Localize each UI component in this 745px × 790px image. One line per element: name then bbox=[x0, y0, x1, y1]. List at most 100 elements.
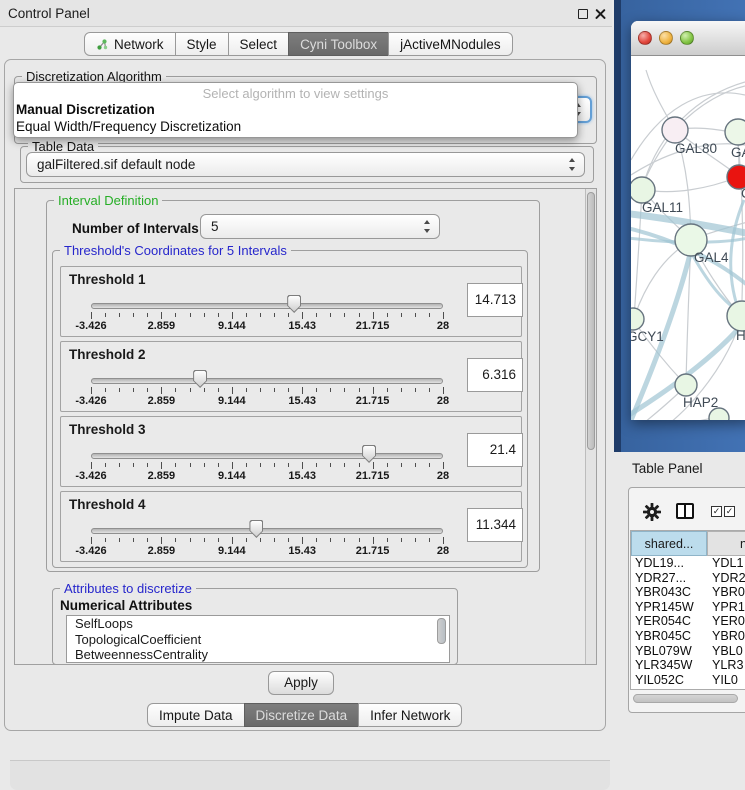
tab-infer-network[interactable]: Infer Network bbox=[358, 703, 462, 727]
tick-mark bbox=[133, 313, 134, 317]
tick-mark bbox=[260, 388, 261, 392]
tab-discretize-data[interactable]: Discretize Data bbox=[244, 703, 360, 727]
checkbox-icon[interactable]: ✓ bbox=[711, 506, 722, 517]
control-panel-titlebar: Control Panel bbox=[0, 0, 612, 27]
cell-shared-name: YIL052C bbox=[635, 673, 684, 688]
threshold-value-field[interactable]: 6.316 bbox=[467, 358, 523, 392]
threshold-value-field[interactable]: 21.4 bbox=[467, 433, 523, 467]
tick-mark bbox=[119, 313, 120, 317]
apply-button[interactable]: Apply bbox=[268, 671, 334, 695]
network-node-label: HAP2 bbox=[683, 395, 718, 410]
threshold-value-field[interactable]: 14.713 bbox=[467, 283, 523, 317]
column-header-shared[interactable]: shared... bbox=[631, 531, 707, 556]
tick-mark bbox=[344, 463, 345, 467]
popup-hint: Select algorithm to view settings bbox=[14, 83, 577, 101]
threshold-slider-track[interactable] bbox=[91, 303, 443, 309]
close-icon[interactable] bbox=[595, 8, 607, 20]
table-row[interactable]: YPR145WYPR1 bbox=[631, 600, 745, 615]
threshold-slider-handle[interactable] bbox=[362, 445, 376, 463]
column-layout-icon[interactable] bbox=[676, 503, 694, 519]
tab-impute-data[interactable]: Impute Data bbox=[147, 703, 245, 727]
tick-mark bbox=[359, 313, 360, 317]
table-row[interactable]: YLR345WYLR3 bbox=[631, 658, 745, 673]
threshold-value-field[interactable]: 11.344 bbox=[467, 508, 523, 542]
zoom-traffic-light[interactable] bbox=[680, 31, 694, 45]
tick-label: 2.859 bbox=[148, 470, 176, 482]
tick-mark bbox=[288, 388, 289, 392]
tick-mark bbox=[401, 538, 402, 542]
tick-mark bbox=[429, 388, 430, 392]
tick-mark bbox=[316, 538, 317, 542]
tab-network[interactable]: Network bbox=[84, 32, 176, 56]
tick-mark bbox=[373, 537, 374, 544]
cell-name: YBR0 bbox=[712, 629, 745, 644]
tick-label: 15.43 bbox=[288, 320, 316, 332]
numerical-attributes-title: Numerical Attributes bbox=[60, 598, 192, 613]
threshold-slider-handle[interactable] bbox=[249, 520, 263, 538]
gear-icon[interactable] bbox=[642, 502, 662, 522]
popup-item-equal-width-frequency[interactable]: Equal Width/Frequency Discretization bbox=[14, 118, 577, 135]
network-node-gal80[interactable] bbox=[662, 117, 688, 143]
tick-label: -3.426 bbox=[75, 545, 106, 557]
network-window-titlebar[interactable] bbox=[631, 21, 745, 56]
slider-handle-face bbox=[250, 521, 262, 537]
threshold-slider-handle[interactable] bbox=[193, 370, 207, 388]
table-row[interactable]: YBL079WYBL0 bbox=[631, 644, 745, 659]
tick-mark bbox=[91, 312, 92, 319]
table-data-combo[interactable]: galFiltered.sif default node bbox=[26, 152, 585, 177]
tick-label: 21.715 bbox=[356, 470, 390, 482]
table-row[interactable]: YDR27...YDR2 bbox=[631, 571, 745, 586]
tab-select[interactable]: Select bbox=[228, 32, 290, 56]
table-row[interactable]: YDL19...YDL1 bbox=[631, 556, 745, 571]
network-node-hap2[interactable] bbox=[675, 374, 697, 396]
network-canvas[interactable]: GAL80GACGAL11GAL4GCY1HHAP2 bbox=[631, 56, 745, 420]
attributes-scrollbar-thumb[interactable] bbox=[437, 618, 446, 644]
tick-label: 9.144 bbox=[218, 545, 246, 557]
network-node-gcy1[interactable] bbox=[631, 308, 644, 330]
table-row[interactable]: YBR043CYBR0 bbox=[631, 585, 745, 600]
tick-mark bbox=[246, 463, 247, 467]
slider-handle-face bbox=[363, 446, 375, 462]
tab-label: Network bbox=[114, 37, 164, 52]
tick-mark bbox=[359, 538, 360, 542]
tick-mark bbox=[359, 388, 360, 392]
cell-shared-name: YPR145W bbox=[635, 600, 694, 615]
tab-jactivemnodules[interactable]: jActiveMNodules bbox=[388, 32, 513, 56]
tick-mark bbox=[344, 388, 345, 392]
popup-item-manual-discretization[interactable]: Manual Discretization bbox=[14, 101, 577, 118]
float-window-icon[interactable] bbox=[578, 9, 588, 19]
threshold-slider-track[interactable] bbox=[91, 378, 443, 384]
vertical-scrollbar-thumb[interactable] bbox=[587, 192, 595, 450]
table-row[interactable]: YIL052CYIL0 bbox=[631, 673, 745, 688]
close-traffic-light[interactable] bbox=[638, 31, 652, 45]
tab-label: Discretize Data bbox=[256, 708, 348, 723]
table-row[interactable]: YBR045CYBR0 bbox=[631, 629, 745, 644]
network-node-label: H bbox=[736, 328, 745, 343]
checkbox-icon[interactable]: ✓ bbox=[724, 506, 735, 517]
numerical-attribute-item[interactable]: BetweennessCentrality bbox=[67, 647, 449, 663]
network-node-ga[interactable] bbox=[725, 119, 745, 145]
threshold-label: Threshold 4 bbox=[69, 497, 146, 512]
threshold-slider-track[interactable] bbox=[91, 528, 443, 534]
number-of-intervals-combo[interactable]: 5 bbox=[200, 214, 440, 239]
tab-style[interactable]: Style bbox=[175, 32, 229, 56]
tick-mark bbox=[133, 388, 134, 392]
threshold-slider-track[interactable] bbox=[91, 453, 443, 459]
tick-mark bbox=[302, 312, 303, 319]
horizontal-scrollbar-thumb[interactable] bbox=[633, 694, 738, 703]
tick-mark bbox=[204, 313, 205, 317]
threshold-slider-handle[interactable] bbox=[287, 295, 301, 313]
column-header-name[interactable]: n bbox=[707, 531, 745, 556]
tick-label: 2.859 bbox=[148, 545, 176, 557]
numerical-attribute-item[interactable]: TopologicalCoefficient bbox=[67, 632, 449, 648]
table-row[interactable]: YER054CYER0 bbox=[631, 614, 745, 629]
tick-mark bbox=[288, 538, 289, 542]
table-panel-title: Table Panel bbox=[632, 461, 703, 476]
numerical-attribute-item[interactable]: SelfLoops bbox=[67, 616, 449, 632]
tick-mark bbox=[316, 388, 317, 392]
tick-mark bbox=[415, 538, 416, 542]
tick-mark bbox=[105, 313, 106, 317]
minimize-traffic-light[interactable] bbox=[659, 31, 673, 45]
tab-cyni-toolbox[interactable]: Cyni Toolbox bbox=[288, 32, 389, 56]
tick-label: 2.859 bbox=[148, 320, 176, 332]
